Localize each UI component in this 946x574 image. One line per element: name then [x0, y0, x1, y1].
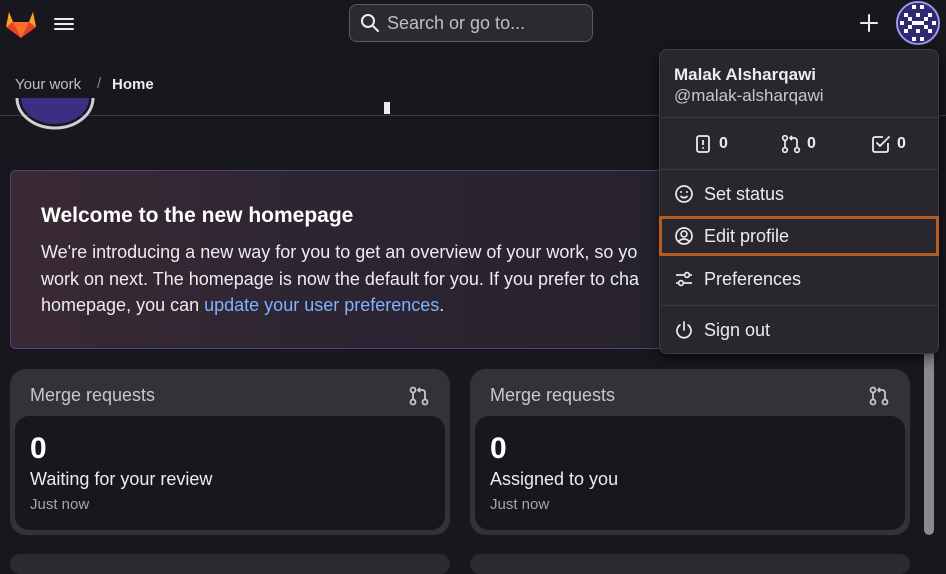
merge-requests-review-card[interactable]: Merge requests 0 Waiting for your review…	[10, 369, 450, 535]
hamburger-icon[interactable]	[50, 12, 78, 36]
card-body: 0 Assigned to you Just now	[475, 416, 905, 530]
merge-requests-count[interactable]: 0	[781, 132, 816, 156]
set-status-label: Set status	[704, 184, 785, 204]
set-status-menu-item[interactable]: Set status	[660, 175, 938, 213]
card-title: Merge requests	[490, 385, 616, 405]
breadcrumb-home[interactable]: Home	[112, 76, 154, 93]
greeting-text-fragment	[384, 102, 390, 114]
card-label: Waiting for your review	[30, 469, 213, 489]
preferences-icon	[676, 271, 692, 287]
todo-icon	[872, 136, 890, 153]
plus-icon[interactable]	[856, 10, 882, 36]
user-icon	[675, 227, 693, 245]
banner-text-line-2: work on next. The homepage is now the de…	[41, 269, 640, 289]
todos-number: 0	[897, 135, 906, 152]
search-placeholder: Search or go to...	[387, 13, 526, 33]
breadcrumb-separator: /	[97, 75, 102, 92]
preferences-label: Preferences	[704, 269, 802, 289]
avatar-identicon	[898, 3, 938, 43]
card-count: 0	[30, 432, 47, 465]
merge-request-icon	[869, 386, 889, 406]
power-icon	[676, 321, 692, 339]
banner-text-line-1: We're introducing a new way for you to g…	[41, 242, 638, 262]
user-display-name[interactable]: Malak Alsharqawi	[674, 65, 816, 85]
preferences-menu-item[interactable]: Preferences	[660, 260, 938, 298]
sign-out-label: Sign out	[704, 320, 771, 340]
user-menu-dropdown: Malak Alsharqawi @malak-alsharqawi 0 0 0	[659, 49, 939, 354]
greeting-avatar	[15, 98, 95, 130]
edit-profile-menu-item[interactable]: Edit profile	[659, 216, 939, 256]
next-card-peek	[10, 554, 450, 574]
banner-text-line-3: homepage, you can update your user prefe…	[41, 295, 444, 316]
card-count: 0	[490, 432, 507, 465]
merge-request-icon	[781, 134, 801, 154]
menu-divider	[660, 117, 938, 118]
user-username[interactable]: @malak-alsharqawi	[674, 86, 824, 106]
banner-text-prefix: homepage, you can	[41, 295, 205, 315]
avatar[interactable]	[896, 1, 940, 45]
issues-icon	[696, 135, 710, 153]
card-label: Assigned to you	[490, 469, 619, 489]
card-title: Merge requests	[30, 385, 156, 405]
card-timestamp: Just now	[30, 496, 90, 513]
search-icon	[361, 14, 379, 32]
merge-requests-assigned-card[interactable]: Merge requests 0 Assigned to you Just no…	[470, 369, 910, 535]
assigned-issues-number: 0	[719, 135, 728, 152]
todos-count[interactable]: 0	[871, 132, 906, 156]
smiley-icon	[675, 185, 693, 203]
banner-text-suffix: .	[439, 295, 445, 315]
sign-out-menu-item[interactable]: Sign out	[660, 311, 938, 349]
update-preferences-link[interactable]: update your user preferences	[204, 295, 439, 315]
merge-requests-number: 0	[807, 135, 816, 152]
breadcrumb-your-work[interactable]: Your work	[15, 76, 81, 93]
page-scrollbar[interactable]	[924, 350, 934, 535]
edit-profile-label: Edit profile	[704, 226, 790, 246]
gitlab-tanuki-icon[interactable]	[4, 8, 38, 40]
banner-title: Welcome to the new homepage	[41, 204, 354, 227]
card-timestamp: Just now	[490, 496, 550, 513]
welcome-banner: Welcome to the new homepage We're introd…	[10, 170, 730, 349]
menu-divider	[660, 305, 938, 306]
next-card-peek	[470, 554, 910, 574]
card-body: 0 Waiting for your review Just now	[15, 416, 445, 530]
menu-divider	[660, 169, 938, 170]
top-bar: Search or go to...	[0, 0, 946, 48]
merge-request-icon	[409, 386, 429, 406]
search-input[interactable]: Search or go to...	[349, 4, 593, 42]
assigned-issues-count[interactable]: 0	[693, 132, 728, 156]
